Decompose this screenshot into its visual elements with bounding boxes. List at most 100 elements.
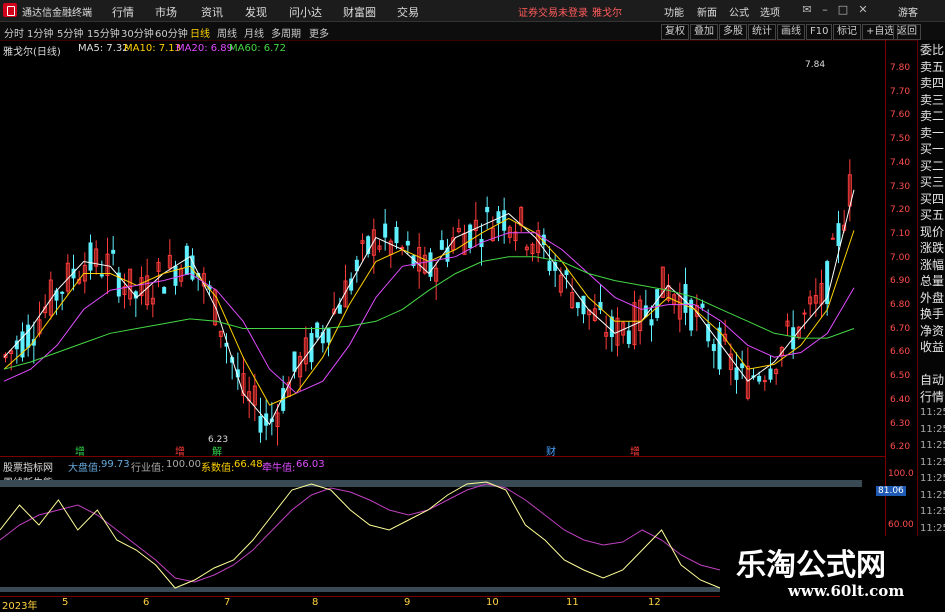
- side-panel-row: 行情: [920, 389, 945, 404]
- side-panel-row: 卖四: [920, 76, 945, 90]
- price-axis-label: 7.70: [890, 86, 911, 97]
- price-axis-label: 7.30: [890, 181, 911, 192]
- minimize-icon[interactable]: –: [818, 3, 832, 17]
- side-panel-row: 买三: [920, 175, 945, 189]
- side-panel-row: 涨幅: [920, 257, 945, 272]
- ma-line-ma5: [3, 189, 855, 426]
- func-menu[interactable]: 功能: [664, 4, 684, 19]
- login-alert[interactable]: 证券交易未登录: [518, 4, 588, 19]
- kline-chart[interactable]: [0, 58, 885, 453]
- side-panel-row: 涨跌: [920, 241, 945, 255]
- period-tab[interactable]: 30分钟: [121, 25, 154, 40]
- period-tab[interactable]: 60分钟: [155, 25, 188, 40]
- candle-body: [711, 344, 716, 352]
- side-panel-row: 11:25: [920, 423, 945, 435]
- options-menu[interactable]: 选项: [760, 4, 780, 19]
- candle-body: [683, 284, 688, 313]
- ma60-label: MA60: 6.72: [229, 43, 287, 54]
- side-panel-row: 买一: [920, 142, 945, 156]
- period-tab[interactable]: 15分钟: [87, 25, 120, 40]
- candle-body: [326, 328, 331, 343]
- mail-icon[interactable]: ✉: [800, 3, 814, 17]
- period-tab[interactable]: 1分钟: [27, 25, 53, 40]
- ma20-label: MA20: 6.89: [176, 43, 234, 54]
- candle-body: [649, 319, 654, 326]
- guest-label[interactable]: 游客: [898, 4, 918, 19]
- date-label: 8: [312, 597, 319, 608]
- period-tab[interactable]: 周线: [217, 25, 237, 40]
- date-label: 7: [224, 597, 231, 608]
- quote-side-panel[interactable]: 委比 卖五 卖四 卖三 卖二 卖一 买一 买二 买三 买四 买五 现价 涨跌 涨幅 总量 外盘 换手 净资 收益 自动…: [917, 40, 945, 609]
- ma10-label: MA10: 7.13: [124, 43, 182, 54]
- watermark-url: www.60lt.com: [788, 582, 905, 600]
- mark-button[interactable]: 标记: [833, 24, 861, 40]
- side-panel-row: 11:25: [920, 440, 945, 451]
- candle-body: [26, 324, 31, 348]
- period-tab[interactable]: 多周期: [271, 25, 301, 40]
- price-axis-line: [885, 40, 886, 588]
- price-axis-label: 6.20: [890, 442, 911, 453]
- side-panel-row: 卖二: [920, 109, 945, 123]
- menu-item[interactable]: 行情: [112, 4, 134, 20]
- side-panel-row: 11:25: [920, 473, 945, 484]
- candle-body: [468, 224, 473, 248]
- date-label: 2023年: [2, 601, 38, 612]
- side-panel-row: 净资: [920, 323, 945, 338]
- menu-item[interactable]: 市场: [155, 4, 177, 20]
- title-bar: 通达信金融终端 行情 市场 资讯 发现 问小达 财富圈 交易 证券交易未登录 雅…: [0, 0, 945, 22]
- menu-item[interactable]: 发现: [245, 4, 267, 20]
- period-tab[interactable]: 5分钟: [57, 25, 83, 40]
- side-panel-row: 买五: [920, 208, 945, 222]
- period-toolbar: 分时 1分钟 5分钟 15分钟 30分钟 60分钟 日线 周线 月线 多周期 更…: [0, 22, 945, 41]
- multi-stock-button[interactable]: 多股: [719, 24, 747, 40]
- new-face-menu[interactable]: 新面: [697, 4, 717, 19]
- restore-right-button[interactable]: 复权: [661, 24, 689, 40]
- date-label: 12: [648, 597, 661, 608]
- side-panel-row: 11:25: [920, 489, 945, 501]
- price-axis-label: 7.20: [890, 205, 911, 216]
- date-label: 11: [566, 597, 579, 608]
- price-axis-label: 7.10: [890, 228, 911, 239]
- menu-item[interactable]: 资讯: [201, 4, 223, 20]
- overlay-button[interactable]: 叠加: [690, 24, 718, 40]
- candle-body: [60, 291, 65, 294]
- close-icon[interactable]: ✕: [856, 3, 870, 17]
- indicator-line-purple: [0, 483, 721, 583]
- stats-button[interactable]: 统计: [748, 24, 776, 40]
- watermark: 乐淘公式网 www.60lt.com: [720, 536, 945, 609]
- stock-link[interactable]: 雅戈尔: [592, 4, 622, 19]
- indicator-value-3: 66.48: [234, 459, 263, 470]
- side-panel-row: 现价: [920, 224, 945, 239]
- side-panel-row: 11:25: [920, 456, 945, 468]
- candle-body: [575, 302, 580, 309]
- ind-axis-label: 60.00: [888, 520, 914, 530]
- price-axis-label: 6.90: [890, 276, 911, 287]
- back-button[interactable]: 返回: [893, 24, 921, 40]
- candle-body: [400, 246, 405, 249]
- date-label: 9: [404, 597, 411, 608]
- period-tab[interactable]: 更多: [309, 25, 329, 40]
- maximize-icon[interactable]: □: [836, 3, 850, 17]
- indicator-band: [0, 480, 862, 487]
- formula-menu[interactable]: 公式: [729, 4, 749, 19]
- period-tab[interactable]: 分时: [4, 25, 24, 40]
- period-tab-selected[interactable]: 日线: [190, 25, 210, 40]
- price-axis-label: 7.40: [890, 157, 911, 168]
- price-axis-label: 6.50: [890, 371, 911, 382]
- candle-body: [258, 415, 263, 433]
- candle-body: [99, 274, 104, 277]
- candle-body: [802, 312, 807, 315]
- period-tab[interactable]: 月线: [244, 25, 264, 40]
- candle-body: [762, 380, 767, 383]
- menu-item[interactable]: 交易: [397, 4, 419, 20]
- candle-body: [162, 287, 167, 294]
- peak-price-label: 7.84: [805, 60, 826, 70]
- menu-item[interactable]: 问小达: [289, 4, 322, 20]
- draw-line-button[interactable]: 画线: [777, 24, 805, 40]
- menu-item[interactable]: 财富圈: [343, 4, 376, 20]
- f10-button[interactable]: F10: [806, 24, 833, 40]
- candle-body: [184, 245, 189, 275]
- side-panel-row: 卖五: [920, 59, 945, 74]
- indicator-value-2: 100.00: [166, 459, 201, 470]
- indicator-value-1: 99.73: [101, 459, 130, 470]
